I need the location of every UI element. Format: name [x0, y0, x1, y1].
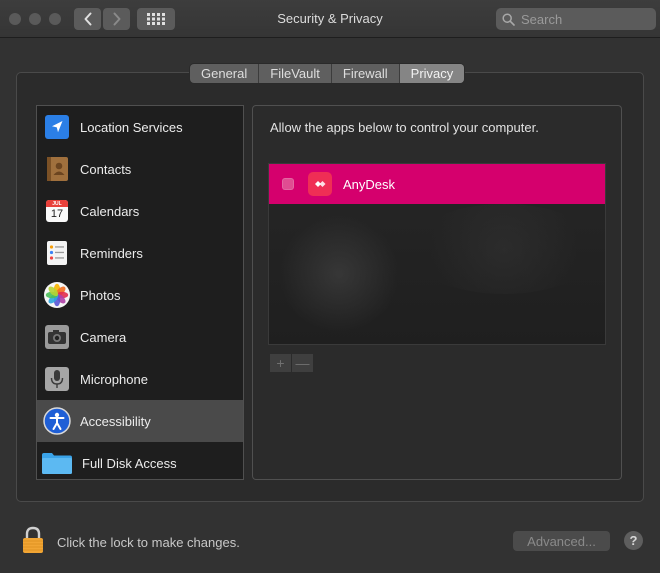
- photos-flower-icon: [43, 281, 71, 309]
- title-bar: Security & Privacy: [0, 0, 660, 38]
- search-icon: [502, 12, 515, 26]
- search-field[interactable]: [496, 8, 656, 30]
- camera-icon: [43, 323, 71, 351]
- tab-firewall[interactable]: Firewall: [332, 64, 400, 83]
- tab-bar: General FileVault Firewall Privacy: [190, 64, 465, 83]
- sidebar-item-full-disk-access[interactable]: Full Disk Access: [37, 442, 243, 479]
- sidebar-item-calendars[interactable]: JUL 17 Calendars: [37, 190, 243, 232]
- blurred-background: [279, 214, 399, 334]
- remove-app-button[interactable]: —: [292, 354, 313, 372]
- calendar-day: 17: [50, 208, 64, 220]
- location-arrow-icon: [43, 113, 71, 141]
- contacts-book-icon: [43, 155, 71, 183]
- sidebar-item-photos[interactable]: Photos: [37, 274, 243, 316]
- blurred-background: [409, 204, 599, 294]
- add-remove-controls: + —: [270, 354, 314, 372]
- add-app-button[interactable]: +: [270, 354, 291, 372]
- sidebar-item-reminders[interactable]: Reminders: [37, 232, 243, 274]
- sidebar-item-microphone[interactable]: Microphone: [37, 358, 243, 400]
- advanced-button[interactable]: Advanced...: [513, 531, 610, 551]
- microphone-icon: [43, 365, 71, 393]
- app-list[interactable]: AnyDesk: [268, 163, 606, 345]
- calendar-icon: JUL 17: [43, 197, 71, 225]
- sidebar-item-location-services[interactable]: Location Services: [37, 106, 243, 148]
- privacy-category-list: Location Services Contacts JUL 17 Calend…: [36, 105, 244, 480]
- sidebar-item-label: Calendars: [80, 203, 140, 219]
- sidebar-item-camera[interactable]: Camera: [37, 316, 243, 358]
- sidebar-item-label: Contacts: [80, 161, 132, 177]
- anydesk-icon: [308, 172, 332, 196]
- accessibility-icon: [43, 407, 71, 435]
- sidebar-item-accessibility[interactable]: Accessibility: [37, 400, 243, 442]
- sidebar-item-label: Photos: [80, 287, 121, 303]
- sidebar-item-label: Reminders: [80, 245, 143, 261]
- tab-filevault[interactable]: FileVault: [259, 64, 332, 83]
- accessibility-description: Allow the apps below to control your com…: [270, 120, 539, 135]
- sidebar-item-label: Camera: [80, 329, 127, 345]
- sidebar-item-label: Microphone: [80, 371, 148, 387]
- folder-icon: [41, 449, 73, 477]
- anydesk-checkbox[interactable]: [282, 178, 294, 190]
- reminders-list-icon: [43, 239, 71, 267]
- app-row-anydesk[interactable]: AnyDesk: [269, 164, 605, 204]
- lock-icon[interactable]: [22, 526, 44, 559]
- sidebar-item-contacts[interactable]: Contacts: [37, 148, 243, 190]
- help-button[interactable]: ?: [624, 531, 643, 550]
- app-name: AnyDesk: [343, 176, 396, 192]
- calendar-month: JUL: [52, 201, 62, 207]
- lock-message: Click the lock to make changes.: [57, 535, 240, 550]
- sidebar-item-label: Location Services: [80, 119, 183, 135]
- sidebar-item-label: Accessibility: [80, 413, 151, 429]
- tab-privacy[interactable]: Privacy: [399, 64, 465, 83]
- sidebar-item-label: Full Disk Access: [82, 455, 177, 471]
- search-input[interactable]: [519, 10, 653, 28]
- tab-general[interactable]: General: [190, 64, 260, 83]
